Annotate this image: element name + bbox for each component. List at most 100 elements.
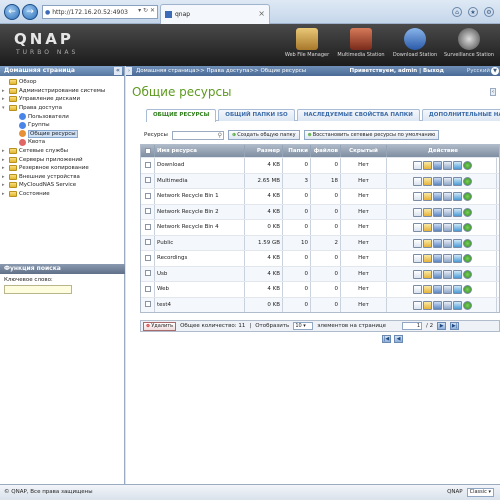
refresh-icon[interactable] (453, 300, 462, 310)
expand-arrow-icon[interactable]: ▸ (2, 157, 7, 163)
language-selector[interactable]: Русский (467, 66, 490, 76)
first-page-icon[interactable]: |◀ (382, 335, 391, 343)
edit-icon[interactable] (413, 285, 422, 294)
home-icon[interactable]: ⌂ (452, 7, 462, 17)
edit-icon[interactable] (413, 254, 422, 263)
refresh-icon[interactable] (453, 269, 462, 279)
sidebar-item[interactable]: ▸ Управление дисками (2, 95, 124, 104)
sidebar-item[interactable]: ▸ Серверы приложений (2, 155, 124, 164)
edit-icon[interactable] (413, 192, 422, 201)
sidebar-item[interactable]: ▸ MyCloudNAS Service (2, 181, 124, 190)
sidebar-item[interactable]: ▸ Состояние (2, 190, 124, 199)
tab-iso-folders[interactable]: ОБЩИЙ ПАПКИ ISO (218, 109, 295, 121)
row-checkbox[interactable] (141, 220, 155, 235)
sidebar-item[interactable]: ▸ Администрирование системы (2, 87, 124, 96)
webdav-icon[interactable] (443, 285, 452, 294)
app-download-station[interactable]: Download Station (388, 28, 442, 64)
sidebar-item[interactable]: ▸ Внешние устройства (2, 173, 124, 182)
sidebar-item[interactable]: Квота (2, 138, 124, 147)
refresh-icon[interactable] (453, 223, 462, 232)
sidebar-item[interactable]: ▸ Сетевые службы (2, 147, 124, 156)
restore-defaults-button[interactable]: ⊕ Восстановить сетевые ресурсы по умолча… (303, 130, 440, 140)
per-page-select[interactable]: 10 ▾ (293, 322, 314, 330)
sidebar-item[interactable]: Общие ресурсы (2, 129, 124, 139)
refresh-icon[interactable] (453, 176, 462, 186)
settings-icon[interactable]: ⚙ (484, 7, 494, 17)
table-row[interactable]: Network Recycle Bin 14 KB 0 0 Нет (141, 188, 499, 204)
expand-arrow-icon[interactable]: ▸ (2, 165, 7, 171)
recycle-icon[interactable] (463, 269, 472, 279)
folder-permissions-icon[interactable] (423, 161, 432, 170)
webdav-icon[interactable] (443, 300, 452, 310)
sidebar-item[interactable]: ▾ Права доступа (2, 104, 124, 113)
sidebar-item[interactable]: Пользователи (2, 112, 124, 121)
row-checkbox[interactable] (141, 282, 155, 297)
recycle-icon[interactable] (463, 192, 472, 201)
tab-close-icon[interactable]: × (258, 9, 265, 18)
folder-permissions-icon[interactable] (423, 207, 432, 217)
webdav-icon[interactable] (443, 238, 452, 248)
nfs-access-icon[interactable] (433, 176, 442, 186)
folder-permissions-icon[interactable] (423, 176, 432, 186)
refresh-icon[interactable]: ▾ ↻ ✕ (138, 7, 155, 14)
edit-icon[interactable] (413, 238, 422, 248)
edit-icon[interactable] (413, 269, 422, 279)
recycle-icon[interactable] (463, 254, 472, 263)
edit-icon[interactable] (413, 223, 422, 232)
back-icon[interactable]: ← (4, 4, 20, 20)
webdav-icon[interactable] (443, 269, 452, 279)
folder-permissions-icon[interactable] (423, 223, 432, 232)
webdav-icon[interactable] (443, 223, 452, 232)
search-icon[interactable]: ⚲ (218, 132, 222, 139)
refresh-icon[interactable] (453, 254, 462, 263)
keyword-input[interactable] (4, 285, 72, 294)
folder-permissions-icon[interactable] (423, 192, 432, 201)
col-name[interactable]: Имя ресурса (155, 145, 245, 157)
table-row[interactable]: Download 4 KB 0 0 Нет (141, 157, 499, 173)
browser-tab[interactable]: qnap × (160, 4, 270, 24)
webdav-icon[interactable] (443, 192, 452, 201)
tab-shares[interactable]: ОБЩИЕ РЕСУРСЫ (146, 109, 217, 122)
folder-permissions-icon[interactable] (423, 285, 432, 294)
refresh-icon[interactable] (453, 161, 462, 170)
nfs-access-icon[interactable] (433, 254, 442, 263)
resource-search-input[interactable]: ⚲ (172, 130, 224, 140)
greeting-logout[interactable]: Приветствуем, admin | Выход (350, 66, 445, 76)
app-multimedia-station[interactable]: Multimedia Station (334, 28, 388, 64)
folder-permissions-icon[interactable] (423, 238, 432, 248)
webdav-icon[interactable] (443, 161, 452, 170)
expand-arrow-icon[interactable]: ▸ (2, 174, 7, 180)
edit-icon[interactable] (413, 300, 422, 310)
app-surveillance-station[interactable]: Surveillance Station (442, 28, 496, 64)
folder-permissions-icon[interactable] (423, 269, 432, 279)
page-number-input[interactable]: 1 (402, 322, 423, 330)
webdav-icon[interactable] (443, 207, 452, 217)
expand-arrow-icon[interactable]: ▸ (2, 88, 7, 94)
row-checkbox[interactable] (141, 189, 155, 204)
edit-icon[interactable] (413, 207, 422, 217)
col-size[interactable]: Размер (245, 145, 283, 157)
table-row[interactable]: Usb 4 KB 0 0 Нет (141, 265, 499, 281)
collapse-sidebar-icon[interactable]: « (114, 67, 122, 75)
edit-icon[interactable] (413, 161, 422, 170)
nfs-access-icon[interactable] (433, 207, 442, 217)
table-row[interactable]: Multimedia 2.65 MB 3 18 Нет (141, 172, 499, 188)
recycle-icon[interactable] (463, 207, 472, 217)
webdav-icon[interactable] (443, 176, 452, 186)
address-bar[interactable]: ● http://172.16.20.52:4903 ▾ ↻ ✕ (42, 5, 158, 19)
nfs-access-icon[interactable] (433, 223, 442, 232)
create-share-button[interactable]: ⊕ Создать общую папку (228, 130, 300, 140)
app-web-file-manager[interactable]: Web File Manager (280, 28, 334, 64)
row-checkbox[interactable] (141, 173, 155, 188)
forward-icon[interactable]: → (22, 4, 38, 20)
sidebar-item[interactable]: Группы (2, 121, 124, 130)
recycle-icon[interactable] (463, 176, 472, 186)
recycle-icon[interactable] (463, 238, 472, 248)
expand-icon[interactable]: › (126, 67, 132, 75)
table-row[interactable]: Recordings 4 KB 0 0 Нет (141, 250, 499, 266)
refresh-icon[interactable] (453, 285, 462, 294)
language-dropdown-icon[interactable]: ▼ (491, 67, 499, 75)
next-page-icon[interactable]: ▶ (437, 322, 447, 330)
webdav-icon[interactable] (443, 254, 452, 263)
delete-button[interactable]: ⊗ Удалить (143, 321, 177, 331)
